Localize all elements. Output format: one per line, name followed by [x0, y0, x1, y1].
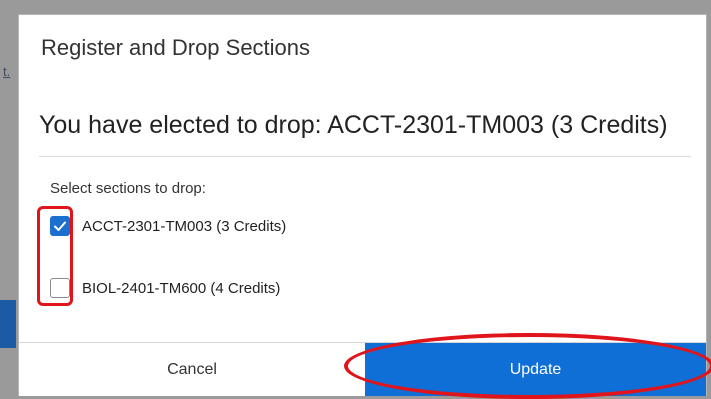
cancel-button[interactable]: Cancel: [19, 343, 365, 396]
modal-title: Register and Drop Sections: [41, 35, 311, 60]
drop-message: You have elected to drop: ACCT-2301-TM00…: [39, 111, 668, 139]
backdrop-blue-bar: [0, 300, 16, 348]
register-drop-modal: Register and Drop Sections You have elec…: [18, 14, 707, 396]
backdrop-link: t.: [3, 64, 11, 79]
section-label-biol: BIOL-2401-TM600 (4 Credits): [82, 279, 281, 297]
checkbox-highlight-annotation: [37, 206, 73, 306]
section-option-acct: ACCT-2301-TM003 (3 Credits): [50, 214, 286, 238]
section-label-acct: ACCT-2301-TM003 (3 Credits): [82, 217, 287, 235]
update-button[interactable]: Update: [365, 343, 706, 396]
select-sections-label: Select sections to drop:: [50, 180, 206, 197]
section-option-biol: BIOL-2401-TM600 (4 Credits): [50, 276, 280, 300]
divider: [39, 156, 691, 157]
modal-footer: Cancel Update: [19, 342, 706, 396]
